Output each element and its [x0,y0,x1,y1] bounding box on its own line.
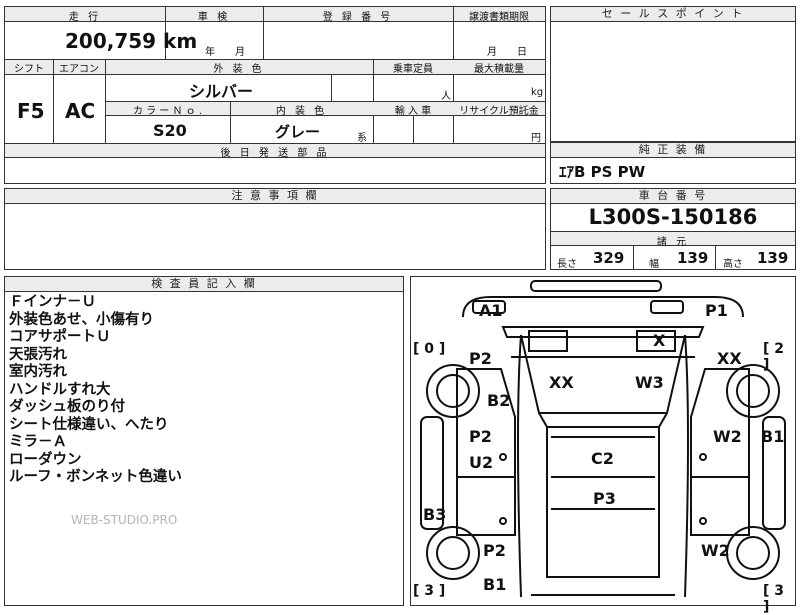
max-load-header: 最大積載量 [474,64,524,75]
tire-fr-depth: [ 2 ] [763,341,785,373]
note-line: シート仕様違い、へたり [9,416,169,433]
note-line: 天張汚れ [9,346,67,363]
mark-p2-door-left: P2 [469,427,492,446]
vehicle-info-table: 走 行 車 検 登 録 番 号 譲渡書類期限 200,759 km 年 月 月 … [4,6,546,184]
car-diagram-box: [ 0 ] [ 2 ] [ 3 ] [ 3 ] A1 P1 X P2 XX XX… [410,276,796,615]
mark-c2: C2 [591,449,614,468]
inspector-notes-box: 検 査 員 記 入 欄 Ｆインナ－Ｕ 外装色あせ、小傷有り コアサポートＵ 天張… [4,276,404,606]
transfer-deadline-header: 譲渡書類期限 [469,12,529,23]
inspector-header: 検 査 員 記 入 欄 [5,277,403,292]
sales-point-box: セ ー ル ス ポ イ ン ト [550,6,796,142]
equipment-header: 純 正 装 備 [551,143,795,158]
mark-b3: B3 [423,505,447,524]
note-line: コアサポートＵ [9,329,111,345]
sales-point-header: セ ー ル ス ポ イ ン ト [551,7,795,22]
note-line: 外装色あせ、小傷有り [9,311,154,328]
recycle-unit: 円 [531,133,541,144]
exterior-color-value: シルバー [189,82,254,101]
transfer-date-units: 月 日 [487,47,527,58]
width-value: 139 [677,249,709,267]
tire-fl-depth: [ 0 ] [413,341,446,357]
max-load-unit: kg [531,87,544,98]
width-label: 幅 [649,259,659,270]
capacity-header: 乗車定員 [393,64,433,75]
registration-header: 登 録 番 号 [322,12,394,23]
height-value: 139 [757,249,789,267]
mark-w2-door-right: W2 [713,427,742,446]
length-value: 329 [593,249,625,267]
length-label: 長さ [557,259,577,270]
note-line: ルーフ・ボンネット色違い [9,469,182,485]
height-label: 高さ [723,259,743,270]
mark-w2-rear-right: W2 [701,541,730,560]
mark-p1: P1 [705,301,728,320]
equipment-box: 純 正 装 備 ｴｱB PS PW [550,142,796,184]
note-line: ローダウン [9,451,82,468]
mark-w3: W3 [635,373,664,392]
color-no-header: カ ラ ー Ｎ ｏ . [132,106,203,117]
mark-xx-front-right: XX [717,349,742,368]
mileage-value: 200,759 km [65,29,198,53]
inspector-notes-list: Ｆインナ－Ｕ 外装色あせ、小傷有り コアサポートＵ 天張汚れ 室内汚れ ハンドル… [9,294,182,487]
chassis-box: 車 台 番 号 L300S-150186 諸 元 長さ 329 幅 139 高さ… [550,188,796,270]
mark-b1-right: B1 [761,427,785,446]
note-line: 室内汚れ [9,364,67,380]
tire-rl-depth: [ 3 ] [413,583,446,599]
later-parts-header: 後 日 発 送 部 品 [220,148,330,159]
mark-b1-bottom: B1 [483,575,507,594]
tire-rr-depth: [ 3 ] [763,583,785,615]
caution-box: 注 意 事 項 欄 [4,188,546,270]
shift-header: シフト [14,64,44,75]
note-line: ハンドルすれ大 [9,381,111,398]
interior-color-suffix: 系 [357,133,367,144]
import-header: 輸 入 車 [394,106,432,117]
color-no-value: S20 [153,121,187,140]
mark-p3: P3 [593,489,616,508]
mileage-header: 走 行 [68,12,102,23]
chassis-number: L300S-150186 [588,205,758,229]
ac-header: エアコン [59,64,99,75]
mark-xx-center: XX [549,373,574,392]
dims-header: 諸 元 [656,237,690,248]
watermark: WEB-STUDIO.PRO [71,513,178,527]
note-line: ミラ－Ａ [9,434,67,450]
exterior-color-header: 外 装 色 [213,64,265,75]
ac-value: AC [65,99,96,123]
mark-u2: U2 [469,453,494,472]
mark-x: X [653,331,666,350]
interior-color-value: グレー [275,123,321,141]
recycle-deposit-header: リサイクル預託金 [459,106,539,117]
shift-value: F5 [17,99,45,123]
equipment-value: ｴｱB PS PW [559,163,646,181]
note-line: ダッシュ板のり付 [9,399,125,415]
inspection-header: 車 検 [197,12,231,23]
interior-color-header: 内 装 色 [275,106,328,117]
mark-p2-front-left: P2 [469,349,492,368]
chassis-header: 車 台 番 号 [551,189,795,204]
capacity-unit: 人 [441,91,451,102]
mark-a1: A1 [479,301,503,320]
mark-p2-rear-left: P2 [483,541,506,560]
mark-b2: B2 [487,391,511,410]
inspection-date-units: 年 月 [205,47,245,58]
note-line: Ｆインナ－Ｕ [9,294,96,310]
caution-header: 注 意 事 項 欄 [5,189,545,204]
